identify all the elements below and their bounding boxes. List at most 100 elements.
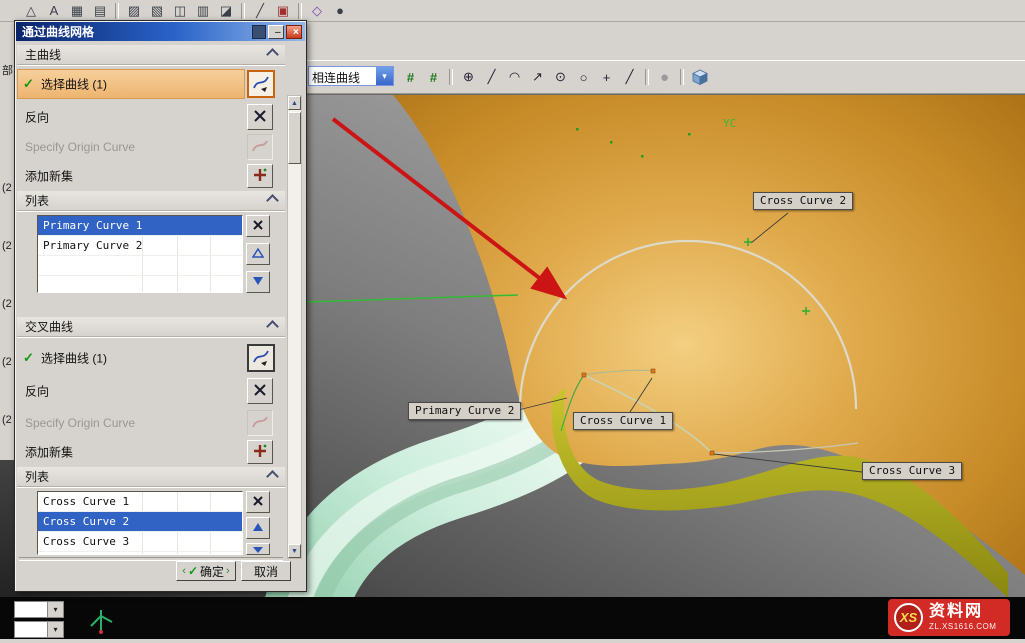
- arrow-up-icon: [252, 247, 264, 262]
- cross-curve-1-label[interactable]: Cross Curve 1: [573, 412, 673, 430]
- cross-curve-3-label[interactable]: Cross Curve 3: [862, 462, 962, 480]
- text-icon[interactable]: A: [43, 2, 65, 20]
- curve-rule-combo[interactable]: 相连曲线 ▾: [308, 66, 394, 86]
- dialog-titlebar[interactable]: 通过曲线网格 – ×: [16, 22, 305, 41]
- list-item[interactable]: Primary Curve 1: [38, 216, 242, 236]
- list-item[interactable]: Primary Curve 2: [38, 236, 242, 256]
- collapse-chevron-icon[interactable]: [266, 470, 279, 483]
- point-on-curve-icon[interactable]: ●: [654, 67, 675, 88]
- render-icon[interactable]: ●: [329, 2, 351, 20]
- dialog-scrollbar[interactable]: ▲ ▼: [287, 95, 302, 559]
- quadrant-point-icon[interactable]: +: [596, 67, 617, 88]
- chevron-down-icon[interactable]: ▾: [47, 602, 63, 617]
- primary-reverse-button[interactable]: [247, 104, 273, 130]
- tube-surface[interactable]: [294, 415, 575, 598]
- chevron-down-icon[interactable]: ▾: [376, 67, 393, 85]
- cross-reverse-button[interactable]: [247, 378, 273, 404]
- primary-curve-2-label[interactable]: Primary Curve 2: [408, 402, 521, 420]
- watermark-badge: XS 资料网 ZL.XS1616.COM: [888, 599, 1010, 636]
- snap-point-icon[interactable]: ⊕: [458, 67, 479, 88]
- main-toolbar: △ A ▦ ▤ ▨ ▧ ◫ ▥ ◪ ╱ ▣ ◇ ●: [0, 0, 1025, 22]
- cross-reverse-label: 反向: [25, 383, 49, 400]
- scroll-up-button[interactable]: ▲: [288, 96, 301, 110]
- cross-move-down-button[interactable]: [246, 543, 270, 555]
- through-curve-mesh-dialog: 通过曲线网格 – × 主曲线 ✓ 选择曲线 (1) 反向 Specify Ori…: [14, 20, 307, 592]
- stop-at-intersection-icon[interactable]: #: [423, 67, 444, 88]
- view-combo-1[interactable]: ▾: [14, 601, 64, 618]
- dialog-clip-icon[interactable]: [252, 25, 266, 39]
- watermark-name: 资料网: [929, 604, 996, 620]
- arc-center-icon[interactable]: ○: [573, 67, 594, 88]
- collapse-chevron-icon[interactable]: [266, 194, 279, 207]
- primary-select-curve-button[interactable]: [247, 70, 275, 98]
- select-curve-icon: [252, 74, 270, 95]
- hatch-icon[interactable]: ▨: [123, 2, 145, 20]
- grid-icon[interactable]: ▦: [66, 2, 88, 20]
- primary-remove-button[interactable]: [246, 215, 270, 237]
- sketch-pen-icon[interactable]: ╱: [249, 2, 271, 20]
- left-panel-item: 部: [2, 62, 13, 78]
- dialog-title: 通过曲线网格: [22, 23, 250, 40]
- status-bar: ▾ ▾ XS 资料网 ZL.XS1616.COM: [0, 597, 1025, 639]
- list-item[interactable]: Cross Curve 1: [38, 492, 242, 512]
- list-item[interactable]: Cross Curve 3: [38, 532, 242, 552]
- left-panel-item: (2: [2, 414, 12, 426]
- primary-section-header[interactable]: 主曲线: [17, 45, 285, 65]
- primary-move-up-button[interactable]: [246, 243, 270, 265]
- cross-addset-row: 添加新集: [17, 439, 285, 465]
- end-point-icon[interactable]: ╱: [481, 67, 502, 88]
- style-icon[interactable]: ◇: [306, 2, 328, 20]
- intersection-icon[interactable]: ⊙: [550, 67, 571, 88]
- table-icon[interactable]: ▤: [89, 2, 111, 20]
- cross-list-title: 列表: [25, 468, 49, 485]
- left-panel-item: (2: [2, 240, 12, 252]
- primary-add-new-set-button[interactable]: [247, 164, 273, 188]
- cross-reverse-row: 反向: [17, 377, 285, 405]
- select-curve-icon: [252, 348, 270, 369]
- toolbar-separator: [115, 3, 119, 19]
- green-edge-curve[interactable]: [306, 295, 518, 302]
- pattern-icon[interactable]: ▧: [146, 2, 168, 20]
- cancel-button[interactable]: 取消: [241, 561, 291, 581]
- watermark-logo: XS: [894, 603, 923, 632]
- list-item[interactable]: Cross Curve 2: [38, 512, 242, 532]
- swatch-icon[interactable]: ▣: [272, 2, 294, 20]
- toolbar-separator: [298, 3, 302, 19]
- mid-point-icon[interactable]: ◠: [504, 67, 525, 88]
- cross-move-up-button[interactable]: [246, 517, 270, 539]
- left-panel-item: (2: [2, 182, 12, 194]
- shaded-cube-icon[interactable]: [689, 67, 710, 88]
- wcs-triad-icon: [86, 598, 116, 643]
- primary-curve-list[interactable]: Primary Curve 1 Primary Curve 2: [37, 215, 243, 293]
- minimize-button[interactable]: –: [268, 25, 284, 39]
- chevron-down-icon[interactable]: ▾: [47, 622, 63, 637]
- primary-list-header[interactable]: 列表: [17, 191, 285, 211]
- cross-select-curve-button[interactable]: [247, 344, 275, 372]
- ok-button[interactable]: ‹ ✓ 确定 ›: [176, 561, 236, 581]
- close-button[interactable]: ×: [286, 25, 302, 39]
- watermark-url: ZL.XS1616.COM: [929, 623, 996, 631]
- rows-icon[interactable]: ▥: [192, 2, 214, 20]
- profile-icon[interactable]: △: [20, 2, 42, 20]
- cross-add-new-set-button[interactable]: [247, 440, 273, 464]
- cross-list-header[interactable]: 列表: [17, 467, 285, 487]
- corner-icon[interactable]: ◪: [215, 2, 237, 20]
- trim-icon[interactable]: ◫: [169, 2, 191, 20]
- primary-reverse-row: 反向: [17, 103, 285, 131]
- cross-curve-list[interactable]: Cross Curve 1 Cross Curve 2 Cross Curve …: [37, 491, 243, 555]
- collapse-chevron-icon[interactable]: [266, 320, 279, 333]
- collapse-chevron-icon[interactable]: [266, 48, 279, 61]
- scroll-thumb[interactable]: [288, 112, 301, 164]
- face-rule-icon[interactable]: #: [400, 67, 421, 88]
- primary-section-title: 主曲线: [25, 46, 61, 63]
- cross-remove-button[interactable]: [246, 491, 270, 513]
- view-combo-2[interactable]: ▾: [14, 621, 64, 638]
- scroll-down-button[interactable]: ▼: [288, 544, 301, 558]
- primary-move-down-button[interactable]: [246, 271, 270, 293]
- control-point-icon[interactable]: ↗: [527, 67, 548, 88]
- clipped-left-panel: 部 (2 (2 (2 (2 (2: [0, 22, 15, 460]
- existing-point-icon[interactable]: ╱: [619, 67, 640, 88]
- primary-reverse-label: 反向: [25, 109, 49, 126]
- cross-section-header[interactable]: 交叉曲线: [17, 317, 285, 337]
- cross-curve-2-label[interactable]: Cross Curve 2: [753, 192, 853, 210]
